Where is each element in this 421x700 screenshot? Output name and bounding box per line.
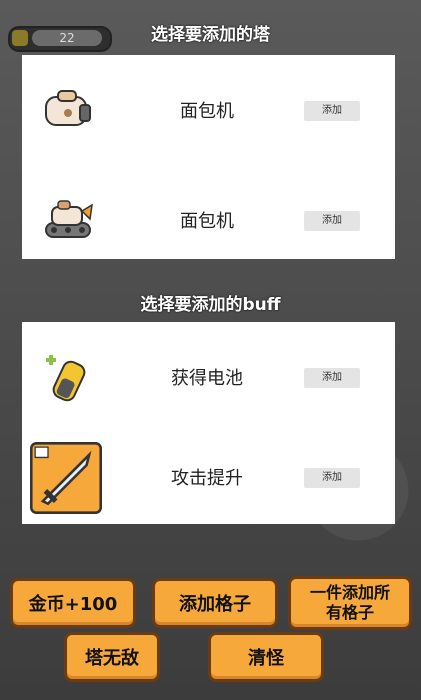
add-buff-button[interactable]: 添加 — [304, 368, 360, 388]
add-buff-button[interactable]: 添加 — [304, 468, 360, 488]
cheat-actions: 金币+100 添加格子 一件添加所 有格子 塔无敌 清怪 — [0, 570, 421, 700]
sword-attack-icon — [30, 442, 102, 514]
battery-icon — [46, 355, 86, 402]
buff-name: 攻击提升 — [171, 468, 243, 489]
add-all-slots-line2: 有格子 — [325, 603, 374, 622]
list-item: 获得电池 添加 — [22, 332, 395, 422]
tower-panel: 面包机 添加 面包机 添加 — [22, 55, 395, 259]
add-slot-button[interactable]: 添加格子 — [152, 578, 278, 628]
gold-plus-100-button[interactable]: 金币+100 — [10, 578, 136, 628]
tower-section-title: 选择要添加的塔 — [151, 25, 270, 45]
add-tower-button[interactable]: 添加 — [304, 101, 360, 121]
add-all-slots-line1: 一件添加所 — [309, 583, 390, 602]
add-tower-button[interactable]: 添加 — [304, 211, 360, 231]
tower-name: 面包机 — [180, 211, 234, 232]
invincible-tower-button[interactable]: 塔无敌 — [64, 632, 160, 682]
list-item: 面包机 添加 — [22, 175, 395, 265]
toaster-tank-icon — [45, 200, 93, 238]
add-all-slots-button[interactable]: 一件添加所 有格子 — [288, 576, 412, 630]
clear-monsters-button[interactable]: 清怪 — [208, 632, 324, 682]
tower-name: 面包机 — [180, 101, 234, 122]
list-item: 面包机 添加 — [22, 65, 395, 155]
buff-panel: 获得电池 添加 攻击提升 添加 — [22, 322, 395, 524]
buff-name: 获得电池 — [171, 368, 243, 389]
toaster-icon — [45, 90, 91, 126]
buff-section-title: 选择要添加的buff — [140, 295, 281, 315]
list-item: 攻击提升 添加 — [22, 432, 395, 522]
